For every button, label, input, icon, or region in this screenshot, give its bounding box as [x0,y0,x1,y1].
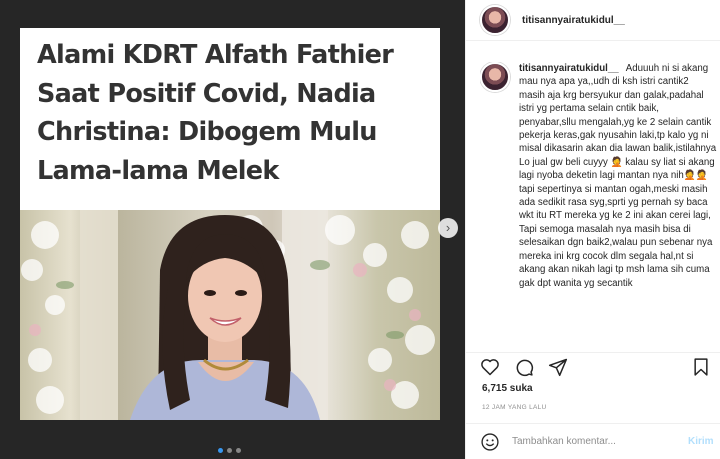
post-header: titisannyairatukidul__ [466,0,720,41]
heart-icon[interactable] [480,357,500,377]
likes-count[interactable]: 6,715 suka [482,383,533,394]
carousel-dot [218,448,223,453]
action-bar [466,352,720,380]
author-username[interactable]: titisannyairatukidul__ [522,15,625,26]
caption-avatar[interactable] [480,62,510,92]
woman-photo-illustration [21,210,435,420]
caption-username[interactable]: titisannyairatukidul__ [519,63,619,74]
carousel-dot [227,448,232,453]
comment-input[interactable] [512,436,682,447]
avatar[interactable] [480,5,510,35]
article-headline: Alami KDRT Alfath Fathier Saat Positif C… [37,40,394,186]
carousel-dot [236,448,241,453]
post-sidebar: titisannyairatukidul__ titisannyairatuki… [465,0,720,459]
comment-bar: Kirim [466,423,720,459]
comment-icon[interactable] [514,357,534,377]
carousel-next-button[interactable]: › [438,218,458,238]
share-icon[interactable] [548,357,568,377]
carousel-indicator [218,448,241,453]
post-timestamp[interactable]: 12 JAM YANG LALU [482,404,547,411]
article-photo [20,210,440,420]
media-image[interactable]: Alami KDRT Alfath Fathier Saat Positif C… [20,28,440,420]
caption-text-block: titisannyairatukidul__ Aduuuh ni si akan… [519,62,717,360]
caption-body: Aduuuh ni si akang mau nya apa ya,,udh d… [519,63,717,289]
post-media: Alami KDRT Alfath Fathier Saat Positif C… [0,0,465,459]
bookmark-icon[interactable] [691,357,711,377]
send-comment-button[interactable]: Kirim [688,436,714,447]
post-caption: titisannyairatukidul__ Aduuuh ni si akan… [480,62,718,360]
emoji-icon[interactable] [480,432,500,452]
chevron-right-icon: › [445,220,451,235]
